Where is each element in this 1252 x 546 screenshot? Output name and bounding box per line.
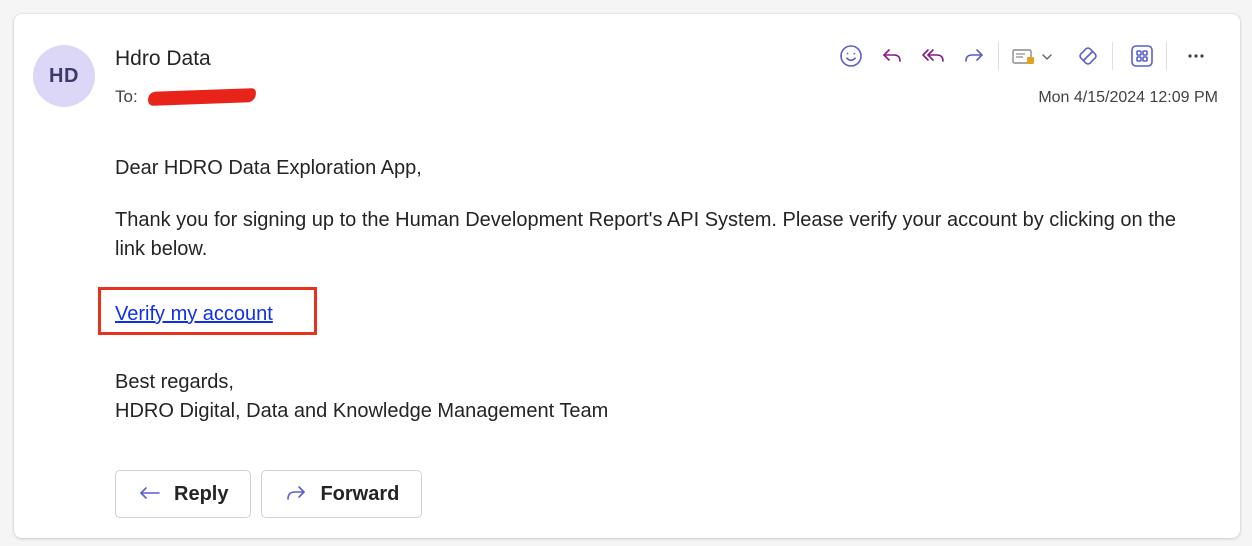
message-date: Mon 4/15/2024 12:09 PM [1038,89,1218,106]
forward-icon[interactable] [956,38,992,74]
greeting: Dear HDRO Data Exploration App, [115,157,422,179]
quick-actions: Reply Forward [115,470,432,518]
body-paragraph: Thank you for signing up to the Human De… [115,209,1177,260]
reply-label: Reply [174,482,229,505]
forward-icon [284,484,308,504]
apps-icon[interactable] [1124,38,1160,74]
forward-label: Forward [320,482,400,505]
toolbar-divider [1112,42,1113,70]
emoji-icon[interactable] [833,38,869,74]
reply-all-icon[interactable] [915,38,951,74]
more-icon[interactable] [1178,38,1214,74]
avatar[interactable]: HD [33,45,95,107]
verify-account-link[interactable]: Verify my account [115,300,273,329]
team-signature: HDRO Digital, Data and Knowledge Managem… [115,400,609,422]
toolbar-divider [1166,42,1167,70]
message-card: HD Hdro Data To: Mon 4/15/2024 12:09 PM … [14,14,1240,538]
reply-icon [138,484,162,504]
message-toolbar [828,38,1214,74]
sender-name[interactable]: Hdro Data [115,47,211,71]
toolbar-divider [998,42,999,70]
move-to-icon[interactable] [1005,38,1065,74]
signoff: Best regards, [115,371,234,393]
reply-icon[interactable] [874,38,910,74]
to-label: To: [115,87,138,106]
reply-button[interactable]: Reply [115,470,252,518]
forward-button[interactable]: Forward [261,470,423,518]
redaction-mark [147,88,256,106]
recipient-line: To: [115,87,256,107]
sensitivity-icon[interactable] [1070,38,1106,74]
